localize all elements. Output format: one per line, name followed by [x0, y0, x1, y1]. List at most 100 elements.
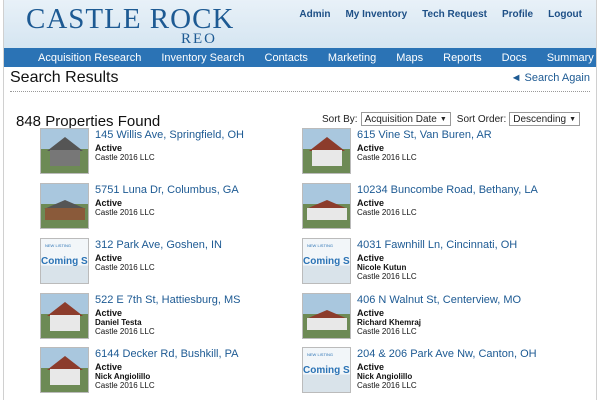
- sort-order-label: Sort Order:: [456, 113, 507, 125]
- property-photo[interactable]: [302, 293, 351, 339]
- listing-item[interactable]: 5751 Luna Dr, Columbus, GA Active Castle 2…: [40, 183, 310, 233]
- listing-address[interactable]: 5751 Luna Dr, Columbus, GA: [95, 184, 239, 196]
- listing-info: 406 N Walnut St, Centerview, MO Active Ric…: [357, 294, 521, 336]
- listing-status: Active: [95, 308, 123, 318]
- house-roof: [309, 137, 345, 151]
- property-photo[interactable]: [40, 293, 89, 339]
- top-links: Admin My Inventory Tech Request Profile …: [299, 9, 582, 20]
- search-again-link[interactable]: ◄ Search Again: [511, 72, 590, 84]
- sort-order-value: Descending: [513, 113, 567, 125]
- listing-item[interactable]: NEW LISTING Coming Soon 4031 Fawnhill Ln, …: [302, 238, 572, 288]
- house-wall: [50, 150, 80, 166]
- property-photo[interactable]: [40, 347, 89, 393]
- listing-address[interactable]: 406 N Walnut St, Centerview, MO: [357, 294, 521, 306]
- listing-owner: Castle 2016 LLC: [95, 153, 155, 162]
- listing-item[interactable]: NEW LISTING Coming Soon 312 Park Ave, Gosh…: [40, 238, 310, 288]
- new-listing-ribbon: NEW LISTING: [45, 243, 72, 248]
- coming-soon-text: Coming Soon: [303, 256, 350, 267]
- nav-docs[interactable]: Docs: [502, 52, 527, 64]
- sort-by-select[interactable]: Acquisition Date ▼: [360, 112, 451, 126]
- listing-item[interactable]: 615 Vine St, Van Buren, AR Active Castle 2…: [302, 128, 572, 178]
- link-logout[interactable]: Logout: [548, 9, 582, 20]
- listing-address[interactable]: 522 E 7th St, Hattiesburg, MS: [95, 294, 241, 306]
- listing-info: 312 Park Ave, Goshen, IN Active Castle 201…: [95, 239, 222, 272]
- header: CASTLE ROCK REO Admin My Inventory Tech …: [4, 0, 596, 48]
- nav-maps[interactable]: Maps: [396, 52, 423, 64]
- sort-order-select[interactable]: Descending ▼: [509, 112, 580, 126]
- nav-summary[interactable]: Summary: [547, 52, 594, 64]
- listing-agent: Daniel Testa: [95, 318, 142, 327]
- logo-subtext: REO: [181, 31, 217, 47]
- link-admin[interactable]: Admin: [299, 9, 330, 20]
- house-wall: [50, 315, 80, 331]
- listing-status: Active: [357, 198, 385, 208]
- listing-item[interactable]: 145 Willis Ave, Springfield, OH Active Cas…: [40, 128, 310, 178]
- sort-by-value: Acquisition Date: [364, 113, 437, 125]
- listing-owner: Castle 2016 LLC: [95, 381, 155, 390]
- listing-status: Active: [357, 253, 385, 263]
- dropdown-arrow-icon: ▼: [439, 115, 447, 123]
- link-profile[interactable]: Profile: [502, 9, 533, 20]
- listing-owner: Castle 2016 LLC: [95, 327, 155, 336]
- listing-info: 6144 Decker Rd, Bushkill, PA Active Nick A…: [95, 348, 238, 390]
- listing-status: Active: [95, 198, 123, 208]
- listing-agent: Nick Angiolillo: [95, 372, 151, 381]
- listing-address[interactable]: 6144 Decker Rd, Bushkill, PA: [95, 348, 238, 360]
- listing-address[interactable]: 4031 Fawnhill Ln, Cincinnati, OH: [357, 239, 517, 251]
- property-photo[interactable]: [302, 128, 351, 174]
- dropdown-arrow-icon: ▼: [569, 115, 576, 123]
- divider: [10, 91, 590, 92]
- listing-item[interactable]: NEW LISTING Coming Soon 204 & 206 Park Ave…: [302, 347, 572, 397]
- sort-controls: Sort By: Acquisition Date ▼ Sort Order: …: [322, 112, 580, 126]
- house-wall: [307, 318, 347, 330]
- link-tech-request[interactable]: Tech Request: [422, 9, 487, 20]
- listing-status: Active: [357, 362, 385, 372]
- listing-info: 615 Vine St, Van Buren, AR Active Castle 2…: [357, 129, 492, 162]
- house-wall: [312, 150, 342, 166]
- listing-status: Active: [95, 362, 123, 372]
- property-photo[interactable]: NEW LISTING Coming Soon: [302, 238, 351, 284]
- listing-info: 5751 Luna Dr, Columbus, GA Active Castle 2…: [95, 184, 239, 217]
- property-photo[interactable]: [302, 183, 351, 229]
- property-photo[interactable]: [40, 183, 89, 229]
- link-my-inventory[interactable]: My Inventory: [345, 9, 407, 20]
- listing-address[interactable]: 145 Willis Ave, Springfield, OH: [95, 129, 244, 141]
- listing-info: 522 E 7th St, Hattiesburg, MS Active Danie…: [95, 294, 241, 336]
- listing-info: 10234 Buncombe Road, Bethany, LA Active Ca…: [357, 184, 538, 217]
- house-roof: [47, 137, 83, 151]
- coming-soon-text: Coming Soon: [303, 365, 350, 376]
- property-photo[interactable]: NEW LISTING Coming Soon: [302, 347, 351, 393]
- nav-contacts[interactable]: Contacts: [265, 52, 308, 64]
- logo-text: CASTLE ROCK: [26, 3, 235, 35]
- house-wall: [50, 369, 80, 385]
- listing-address[interactable]: 312 Park Ave, Goshen, IN: [95, 239, 222, 251]
- property-photo[interactable]: [40, 128, 89, 174]
- nav-acquisition-research[interactable]: Acquisition Research: [38, 52, 141, 64]
- nav-inventory-search[interactable]: Inventory Search: [161, 52, 244, 64]
- listing-agent: Richard Khemraj: [357, 318, 422, 327]
- listing-item[interactable]: 6144 Decker Rd, Bushkill, PA Active Nick A…: [40, 347, 310, 397]
- listing-status: Active: [357, 308, 385, 318]
- house-wall: [45, 208, 85, 220]
- listing-info: 145 Willis Ave, Springfield, OH Active Cas…: [95, 129, 244, 162]
- listing-owner: Castle 2016 LLC: [357, 381, 417, 390]
- listing-item[interactable]: 522 E 7th St, Hattiesburg, MS Active Danie…: [40, 293, 310, 343]
- page-title: Search Results: [10, 69, 119, 86]
- listing-info: 4031 Fawnhill Ln, Cincinnati, OH Active Ni…: [357, 239, 517, 281]
- property-photo[interactable]: NEW LISTING Coming Soon: [40, 238, 89, 284]
- house-wall: [307, 208, 347, 220]
- listing-item[interactable]: 406 N Walnut St, Centerview, MO Active Ric…: [302, 293, 572, 343]
- listing-address[interactable]: 615 Vine St, Van Buren, AR: [357, 129, 492, 141]
- nav-marketing[interactable]: Marketing: [328, 52, 376, 64]
- castle-rock-logo[interactable]: CASTLE ROCK REO: [26, 3, 235, 47]
- listing-owner: Castle 2016 LLC: [357, 272, 417, 281]
- new-listing-ribbon: NEW LISTING: [307, 352, 334, 357]
- listing-owner: Castle 2016 LLC: [357, 153, 417, 162]
- listing-info: 204 & 206 Park Ave Nw, Canton, OH Active N…: [357, 348, 537, 390]
- listing-item[interactable]: 10234 Buncombe Road, Bethany, LA Active Ca…: [302, 183, 572, 233]
- listing-address[interactable]: 10234 Buncombe Road, Bethany, LA: [357, 184, 538, 196]
- coming-soon-text: Coming Soon: [41, 256, 88, 267]
- listing-status: Active: [95, 253, 123, 263]
- listing-address[interactable]: 204 & 206 Park Ave Nw, Canton, OH: [357, 348, 537, 360]
- nav-reports[interactable]: Reports: [443, 52, 482, 64]
